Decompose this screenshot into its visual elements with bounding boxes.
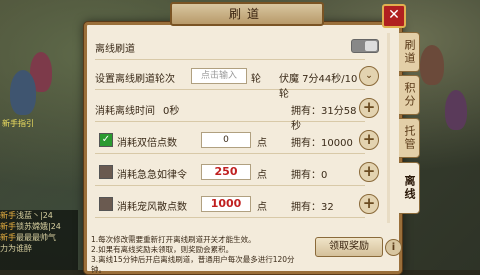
chat-line: 新手锁苏嫦娥|24 xyxy=(0,222,61,231)
brush-dao-panel: 离线刷道 设置离线刷道轮次 点击输入 轮 伏魔 7分44秒/10轮 ⌄ 消耗离线… xyxy=(84,22,402,274)
offline-brush-row: 离线刷道 xyxy=(95,33,379,60)
scrollbar[interactable] xyxy=(387,33,390,223)
chevron-down-icon[interactable]: ⌄ xyxy=(359,66,379,86)
info-icon[interactable]: i xyxy=(385,239,402,256)
pet-fengsan-checkbox[interactable] xyxy=(99,197,113,211)
pet-fengsan-row: 消耗宠风散点数 1000 点 拥有：32 + xyxy=(95,191,379,218)
urgent-decree-unit: 点 xyxy=(257,170,267,181)
double-points-unit: 点 xyxy=(257,138,267,149)
chat-line: 力为谁醉 xyxy=(0,244,32,253)
note-line: 2.如果有离线奖励未领取，则奖励会累积。 xyxy=(91,245,234,254)
rounds-input[interactable]: 点击输入 xyxy=(191,68,247,84)
note-line: 1.每次修改需要重新打开离线刷道开关才能生效。 xyxy=(91,235,256,244)
urgent-decree-owned: 拥有：0 xyxy=(291,170,328,181)
notes: 1.每次修改需要重新打开离线刷道开关才能生效。 2.如果有离线奖励未领取，则奖励… xyxy=(91,235,309,275)
chat-log: 新手浅蓝丶|24 新手锁苏嫦娥|24 新手最最最帅气 力为谁醉 xyxy=(0,210,78,270)
tab-points[interactable]: 积分 xyxy=(399,75,420,115)
double-points-checkbox[interactable]: ✓ xyxy=(99,133,113,147)
add-double-points-button[interactable]: + xyxy=(359,130,379,150)
double-points-owned: 拥有：10000 xyxy=(291,138,353,149)
close-icon[interactable]: ✕ xyxy=(382,4,406,28)
double-points-row: ✓ 消耗双倍点数 0 点 拥有：10000 + xyxy=(95,127,379,154)
pet-fengsan-label: 消耗宠风散点数 xyxy=(117,202,187,213)
npc-character[interactable] xyxy=(445,90,467,130)
pet-fengsan-input[interactable]: 1000 xyxy=(201,196,251,212)
urgent-decree-input[interactable]: 250 xyxy=(201,164,251,180)
double-points-label: 消耗双倍点数 xyxy=(117,138,177,149)
urgent-decree-row: 消耗急急如律令 250 点 拥有：0 + xyxy=(95,159,379,186)
offline-brush-label: 离线刷道 xyxy=(95,44,135,55)
npc-character[interactable] xyxy=(420,45,444,85)
rounds-unit: 轮 xyxy=(251,74,261,85)
set-rounds-label: 设置离线刷道轮次 xyxy=(95,74,175,85)
note-line: 3.离线15分钟后开启离线刷道，普通用户每次最多进行120分钟。 xyxy=(91,255,295,274)
chat-line: 新手最最最帅气 xyxy=(0,233,56,242)
offline-brush-toggle[interactable] xyxy=(351,39,379,53)
urgent-decree-label: 消耗急急如律令 xyxy=(117,170,187,181)
claim-reward-button[interactable]: 领取奖励 xyxy=(315,237,383,257)
double-points-input[interactable]: 0 xyxy=(201,132,251,148)
tab-offline[interactable]: 离线 xyxy=(399,162,420,214)
consume-time-value: 0秒 xyxy=(163,106,180,117)
tab-brush-dao[interactable]: 刷道 xyxy=(399,32,420,72)
map-label: 新手指引 xyxy=(2,119,34,128)
side-tabs: 刷道 积分 托管 离线 xyxy=(399,32,421,217)
consume-time-row: 消耗离线时间 0秒 拥有：31分58秒 + xyxy=(95,95,379,132)
window-title: 刷道 xyxy=(170,2,324,26)
pet-fengsan-owned: 拥有：32 xyxy=(291,202,334,213)
consume-time-label: 消耗离线时间 xyxy=(95,106,155,117)
chat-line: 新手浅蓝丶|24 xyxy=(0,211,53,220)
pet-fengsan-unit: 点 xyxy=(257,202,267,213)
add-urgent-decree-button[interactable]: + xyxy=(359,162,379,182)
add-pet-fengsan-button[interactable]: + xyxy=(359,194,379,214)
npc-character[interactable] xyxy=(10,70,36,115)
tab-hosting[interactable]: 托管 xyxy=(399,118,420,158)
urgent-decree-checkbox[interactable] xyxy=(99,165,113,179)
set-rounds-row: 设置离线刷道轮次 点击输入 轮 伏魔 7分44秒/10轮 ⌄ xyxy=(95,63,379,100)
add-time-button[interactable]: + xyxy=(359,98,379,118)
